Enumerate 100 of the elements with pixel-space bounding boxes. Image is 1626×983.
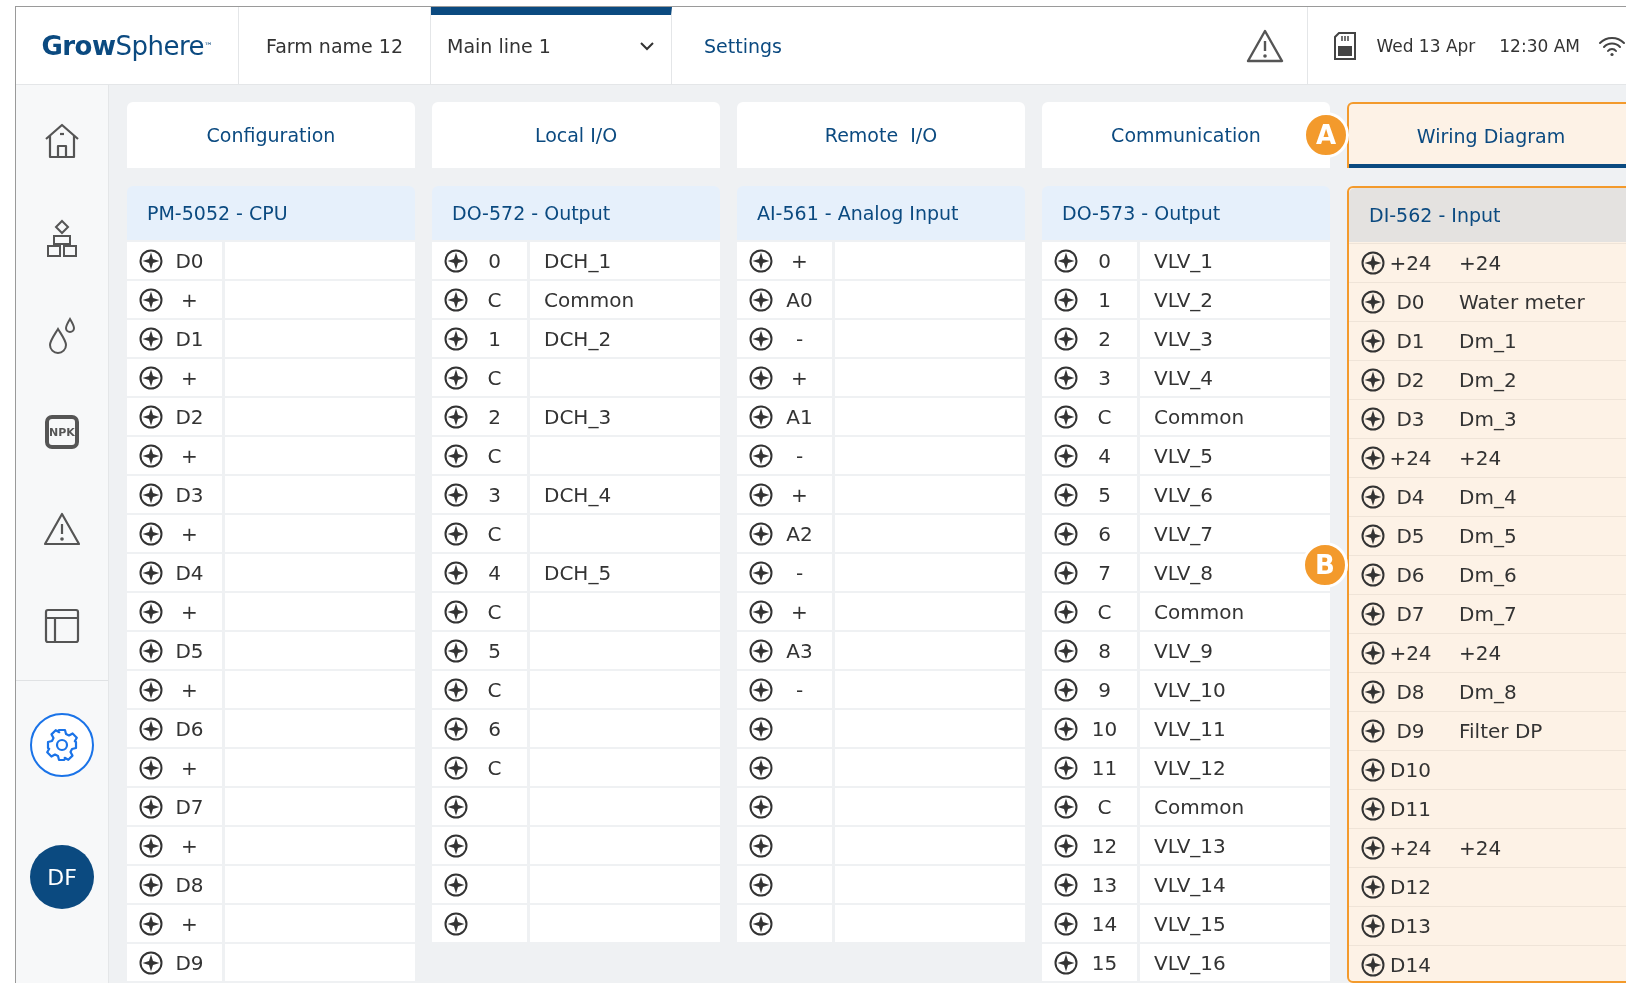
screw-icon	[444, 560, 468, 585]
signal-name-cell: VLV_15	[1140, 905, 1330, 942]
terminal-label: +24	[1388, 250, 1433, 275]
tab[interactable]: Configuration	[127, 102, 415, 168]
date: Wed 13 Apr	[1376, 35, 1476, 56]
screw-icon	[749, 287, 773, 312]
terminal-label: +24	[1388, 835, 1433, 860]
screw-icon	[444, 326, 468, 351]
signal-name-cell: Common	[1140, 593, 1330, 630]
screw-icon	[1361, 718, 1385, 743]
screw-icon	[1361, 952, 1385, 977]
terminal-label: C	[1096, 794, 1113, 819]
screw-icon	[1054, 287, 1078, 312]
screw-icon	[1361, 484, 1385, 509]
terminal-label: D1	[1395, 328, 1426, 353]
signal-name-cell: DCH_3	[530, 398, 720, 435]
user-avatar[interactable]: DF	[30, 845, 94, 909]
terminal-label: 3	[1097, 365, 1112, 390]
screw-icon	[139, 833, 163, 858]
screw-icon	[1361, 796, 1385, 821]
terminal-label: A2	[785, 521, 814, 546]
screw-icon	[749, 755, 773, 780]
logo: GrowSphere$^{™}$	[16, 7, 239, 84]
screw-icon	[749, 599, 773, 624]
screw-icon	[1361, 640, 1385, 665]
tab[interactable]: Wiring Diagram	[1347, 102, 1626, 168]
terminal-label: +24	[1388, 445, 1433, 470]
settings-button[interactable]	[30, 713, 94, 777]
terminal-label: D6	[1395, 562, 1426, 587]
tab[interactable]: Remote I/O	[737, 102, 1025, 168]
screw-icon	[139, 287, 163, 312]
screw-icon	[1054, 833, 1078, 858]
screw-icon	[139, 326, 163, 351]
tab[interactable]: Local I/O	[432, 102, 720, 168]
screw-icon	[139, 248, 163, 273]
signal-name-cell: DCH_2	[530, 320, 720, 357]
screw-icon	[749, 326, 773, 351]
signal-name-cell: VLV_9	[1140, 632, 1330, 669]
signal-name-cell: DCH_4	[530, 476, 720, 513]
warning-icon[interactable]	[1245, 27, 1286, 64]
screw-icon	[1361, 250, 1385, 275]
terminal-label: -	[794, 560, 805, 585]
screw-icon	[139, 794, 163, 819]
screw-icon	[444, 794, 468, 819]
signal-name-cell: VLV_7	[1140, 515, 1330, 552]
screw-icon	[1054, 560, 1078, 585]
screw-icon	[139, 755, 163, 780]
signal-name-cell: Common	[1140, 788, 1330, 825]
terminal-label: 11	[1090, 755, 1119, 780]
terminal-label: +	[790, 248, 809, 273]
screw-icon	[1054, 872, 1078, 897]
terminal-label: D9	[174, 950, 205, 975]
terminal-label: 3	[487, 482, 502, 507]
terminal-label: +	[180, 365, 199, 390]
screw-icon	[139, 716, 163, 741]
screw-icon	[1054, 950, 1078, 975]
screw-icon	[1361, 328, 1385, 353]
screw-icon	[444, 638, 468, 663]
screw-icon	[139, 365, 163, 390]
signal-name-cell: DCH_1	[530, 242, 720, 279]
terminal-label: D3	[174, 482, 205, 507]
screw-icon	[139, 872, 163, 897]
terminal-label: 6	[1097, 521, 1112, 546]
settings-link[interactable]: Settings	[672, 7, 814, 84]
screw-icon	[749, 677, 773, 702]
screw-icon	[1361, 757, 1385, 782]
terminal-label: 8	[1097, 638, 1112, 663]
terminal-label: A1	[785, 404, 814, 429]
terminal-label: D12	[1389, 874, 1432, 899]
terminal-label: -	[794, 326, 805, 351]
terminal-label: D9	[1395, 718, 1426, 743]
signal-name-cell: VLV_1	[1140, 242, 1330, 279]
screw-icon	[749, 716, 773, 741]
terminal-label: +	[180, 833, 199, 858]
terminal-label: C	[486, 677, 503, 702]
terminal-label: +	[790, 482, 809, 507]
terminal-label: 2	[487, 404, 502, 429]
chevron-down-icon	[639, 40, 655, 51]
screw-icon	[444, 287, 468, 312]
terminal-label: D7	[1395, 601, 1426, 626]
terminal-label: A0	[785, 287, 814, 312]
terminal-label: +	[180, 599, 199, 624]
terminal-label: 7	[1097, 560, 1112, 585]
terminal-label: +	[180, 287, 199, 312]
screw-icon	[1361, 523, 1385, 548]
terminal-label: D11	[1389, 796, 1432, 821]
screw-icon	[1054, 443, 1078, 468]
terminal-label: D7	[174, 794, 205, 819]
line-dropdown[interactable]: Main line 1	[431, 7, 672, 84]
screw-icon	[749, 365, 773, 390]
screw-icon	[749, 248, 773, 273]
terminal-label: D6	[174, 716, 205, 741]
screw-icon	[1361, 679, 1385, 704]
terminal-label: D5	[174, 638, 205, 663]
screw-icon	[444, 248, 468, 273]
screw-icon	[444, 755, 468, 780]
terminal-label: D1	[174, 326, 205, 351]
screw-icon	[1054, 248, 1078, 273]
terminal-label: D10	[1389, 757, 1432, 782]
screw-icon	[749, 833, 773, 858]
